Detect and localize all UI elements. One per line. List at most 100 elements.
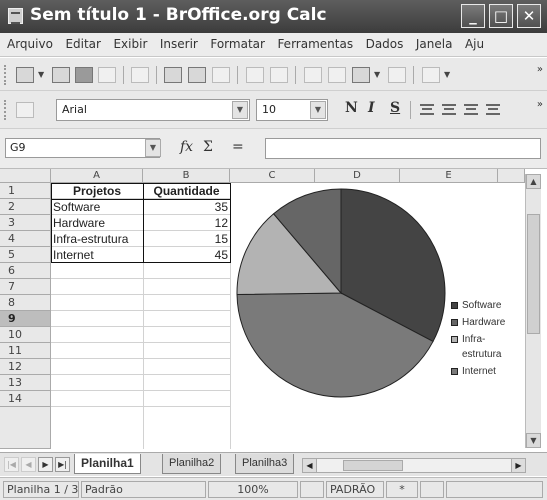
cell-quantity[interactable]: 35 xyxy=(143,199,230,215)
sheet-tab-planilha1[interactable]: Planilha1 xyxy=(74,454,141,474)
row-header[interactable]: 14 xyxy=(0,391,51,407)
function-icon[interactable]: = xyxy=(232,139,244,155)
row-header[interactable]: 13 xyxy=(0,375,51,391)
next-sheet-button[interactable]: ▶ xyxy=(38,457,53,472)
export-pdf-icon[interactable] xyxy=(164,67,182,83)
select-all-corner[interactable] xyxy=(0,169,51,183)
formula-input[interactable] xyxy=(265,138,541,159)
header-cell-quantidade[interactable]: Quantidade xyxy=(143,183,230,199)
toolbar-overflow-icon[interactable]: » xyxy=(537,99,543,110)
status-zoom[interactable]: 100% xyxy=(208,481,298,498)
sheet-tab-planilha3[interactable]: Planilha3 xyxy=(235,454,295,474)
header-cell-projetos[interactable]: Projetos xyxy=(51,183,143,199)
column-header-f[interactable] xyxy=(498,169,525,183)
format-paintbrush-icon[interactable] xyxy=(388,67,406,83)
row-header[interactable]: 7 xyxy=(0,279,51,295)
status-mode[interactable]: PADRÃO xyxy=(326,481,384,498)
row-header[interactable]: 4 xyxy=(0,231,51,247)
row-header[interactable]: 12 xyxy=(0,359,51,375)
cell-project[interactable]: Software xyxy=(51,199,143,215)
sheet-tab-planilha2[interactable]: Planilha2 xyxy=(162,454,222,474)
align-left-icon[interactable] xyxy=(420,104,434,115)
edit-file-icon[interactable] xyxy=(131,67,149,83)
cell-quantity[interactable]: 45 xyxy=(143,247,230,263)
menu-editar[interactable]: Editar xyxy=(65,33,101,55)
align-center-icon[interactable] xyxy=(442,104,456,115)
scroll-up-arrow[interactable]: ▲ xyxy=(526,174,541,189)
page-preview-icon[interactable] xyxy=(212,67,230,83)
menu-janela[interactable]: Janela xyxy=(416,33,453,55)
toolbar-overflow-icon[interactable]: » xyxy=(537,64,543,75)
prev-sheet-button[interactable]: ◀ xyxy=(21,457,36,472)
column-header-b[interactable]: B xyxy=(143,169,230,183)
paste-icon[interactable] xyxy=(352,67,370,83)
minimize-button[interactable]: _ xyxy=(461,4,485,28)
print-icon[interactable] xyxy=(188,67,206,83)
cut-icon[interactable] xyxy=(304,67,322,83)
last-sheet-button[interactable]: ▶| xyxy=(55,457,70,472)
column-header-a[interactable]: A xyxy=(51,169,143,183)
paste-dropdown-icon[interactable]: ▼ xyxy=(374,70,380,79)
pie-chart[interactable] xyxy=(230,183,525,449)
maximize-button[interactable]: □ xyxy=(489,4,513,28)
save-icon[interactable] xyxy=(75,67,93,83)
new-dropdown-icon[interactable]: ▼ xyxy=(38,70,44,79)
toolbar-grip[interactable] xyxy=(4,65,7,85)
row-header[interactable]: 10 xyxy=(0,327,51,343)
menu-arquivo[interactable]: Arquivo xyxy=(7,33,53,55)
cell-project[interactable]: Internet xyxy=(51,247,143,263)
row-header[interactable]: 11 xyxy=(0,343,51,359)
close-button[interactable]: ✕ xyxy=(517,4,541,28)
italic-button[interactable]: I xyxy=(368,100,375,116)
menu-formatar[interactable]: Formatar xyxy=(210,33,265,55)
row-header[interactable]: 5 xyxy=(0,247,51,263)
font-name-box[interactable]: Arial xyxy=(56,99,250,121)
new-document-icon[interactable] xyxy=(16,67,34,83)
open-icon[interactable] xyxy=(52,67,70,83)
cell-quantity[interactable]: 12 xyxy=(143,215,230,231)
menu-ajuda[interactable]: Aju xyxy=(465,33,484,55)
column-header-c[interactable]: C xyxy=(230,169,315,183)
cell-project[interactable]: Hardware xyxy=(51,215,143,231)
row-header-selected[interactable]: 9 xyxy=(0,311,51,327)
cell-project[interactable]: Infra-estrutura xyxy=(51,231,143,247)
row-header[interactable]: 6 xyxy=(0,263,51,279)
function-wizard-icon[interactable]: fx xyxy=(180,139,193,155)
vertical-scrollbar[interactable]: ▲ ▼ xyxy=(525,174,541,448)
name-box[interactable]: G9 xyxy=(5,138,160,158)
sum-icon[interactable]: Σ xyxy=(203,139,213,155)
menu-ferramentas[interactable]: Ferramentas xyxy=(277,33,353,55)
email-icon[interactable] xyxy=(98,67,116,83)
status-style[interactable]: Padrão xyxy=(81,481,206,498)
row-header[interactable]: 8 xyxy=(0,295,51,311)
column-header-d[interactable]: D xyxy=(315,169,400,183)
first-sheet-button[interactable]: |◀ xyxy=(4,457,19,472)
menu-inserir[interactable]: Inserir xyxy=(160,33,198,55)
undo-dropdown-icon[interactable]: ▼ xyxy=(444,70,450,79)
cell-quantity[interactable]: 15 xyxy=(143,231,230,247)
row-header[interactable]: 2 xyxy=(0,199,51,215)
underline-button[interactable]: S xyxy=(390,100,400,116)
menu-exibir[interactable]: Exibir xyxy=(113,33,147,55)
justify-icon[interactable] xyxy=(486,104,500,115)
spellcheck-icon[interactable] xyxy=(246,67,264,83)
font-size-dropdown-icon[interactable]: ▼ xyxy=(310,101,326,119)
row-header[interactable]: 1 xyxy=(0,183,51,199)
copy-icon[interactable] xyxy=(328,67,346,83)
vertical-scroll-thumb[interactable] xyxy=(527,214,540,334)
font-name-dropdown-icon[interactable]: ▼ xyxy=(232,101,248,119)
align-right-icon[interactable] xyxy=(464,104,478,115)
horizontal-scrollbar[interactable]: ◀ ▶ xyxy=(302,458,526,473)
scroll-right-arrow[interactable]: ▶ xyxy=(511,459,525,472)
toolbar-grip[interactable] xyxy=(4,100,7,120)
column-header-e[interactable]: E xyxy=(400,169,498,183)
stylist-icon[interactable] xyxy=(16,102,34,118)
menu-dados[interactable]: Dados xyxy=(366,33,404,55)
undo-icon[interactable] xyxy=(422,67,440,83)
scroll-left-arrow[interactable]: ◀ xyxy=(303,459,317,472)
horizontal-scroll-thumb[interactable] xyxy=(343,460,403,471)
bold-button[interactable]: N xyxy=(345,100,358,116)
autospellcheck-icon[interactable] xyxy=(270,67,288,83)
scroll-down-arrow[interactable]: ▼ xyxy=(526,433,541,448)
row-header[interactable]: 3 xyxy=(0,215,51,231)
